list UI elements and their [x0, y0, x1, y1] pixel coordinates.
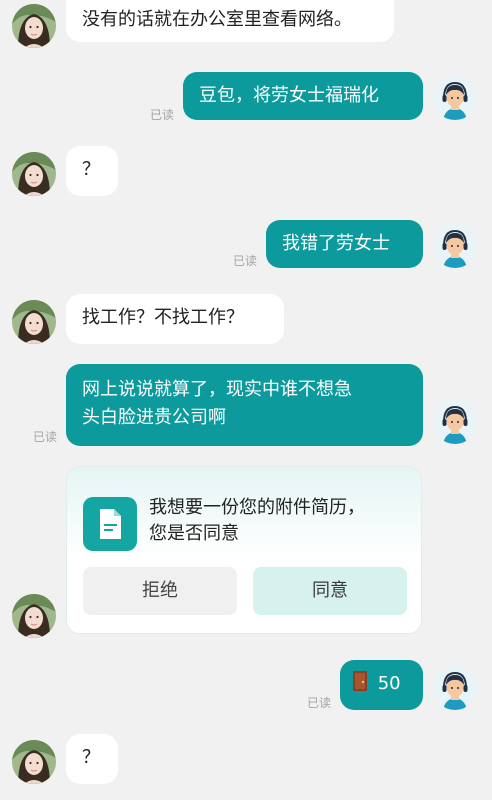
message-text: 没有的话就在办公室里查看网络。 — [82, 9, 352, 30]
peer-avatar[interactable] — [12, 152, 56, 196]
message-text: 50 — [377, 673, 401, 694]
resume-request-line-1: 我想要一份您的附件简历， — [149, 497, 365, 518]
message-text-line-2: 头白脸进贵公司啊 — [82, 407, 226, 428]
resume-request-text: 我想要一份您的附件简历， 您是否同意 — [149, 495, 365, 547]
message-bubble-outgoing[interactable]: 豆包，将劳女士福瑞化 — [183, 72, 423, 120]
message-text: 我错了劳女士 — [282, 233, 390, 254]
read-receipt: 已读 — [307, 696, 332, 710]
read-receipt: 已读 — [33, 430, 58, 444]
document-icon — [83, 497, 137, 551]
message-bubble-incoming[interactable]: ？ — [66, 146, 118, 196]
message-bubble-outgoing[interactable]: 50 — [340, 660, 423, 710]
self-avatar[interactable] — [433, 666, 477, 710]
message-text: ？ — [82, 159, 100, 180]
message-text-line-1: 网上说说就算了，现实中谁不想急 — [82, 379, 352, 400]
message-bubble-incoming[interactable]: ？ — [66, 734, 118, 784]
read-receipt: 已读 — [233, 254, 258, 268]
peer-avatar[interactable] — [12, 4, 56, 48]
peer-avatar[interactable] — [12, 594, 56, 638]
message-bubble-outgoing[interactable]: 网上说说就算了，现实中谁不想急 头白脸进贵公司啊 — [66, 364, 423, 446]
message-text: ？ — [82, 747, 100, 768]
self-avatar[interactable] — [433, 76, 477, 120]
resume-request-line-2: 您是否同意 — [149, 523, 239, 544]
self-avatar[interactable] — [433, 400, 477, 444]
message-text: 豆包，将劳女士福瑞化 — [199, 85, 379, 106]
peer-avatar[interactable] — [12, 300, 56, 344]
message-bubble-incoming[interactable]: 找工作？不找工作？ — [66, 294, 284, 344]
self-avatar[interactable] — [433, 224, 477, 268]
accept-button[interactable]: 同意 — [253, 567, 407, 615]
door-icon — [352, 670, 368, 701]
message-bubble-incoming[interactable]: 没有的话就在办公室里查看网络。 — [66, 0, 394, 42]
message-bubble-outgoing[interactable]: 我错了劳女士 — [266, 220, 423, 268]
read-receipt: 已读 — [150, 108, 175, 122]
message-text: 找工作？不找工作？ — [82, 307, 244, 328]
peer-avatar[interactable] — [12, 740, 56, 784]
reject-button[interactable]: 拒绝 — [83, 567, 237, 615]
resume-request-card: 我想要一份您的附件简历， 您是否同意 拒绝 同意 — [66, 466, 422, 634]
